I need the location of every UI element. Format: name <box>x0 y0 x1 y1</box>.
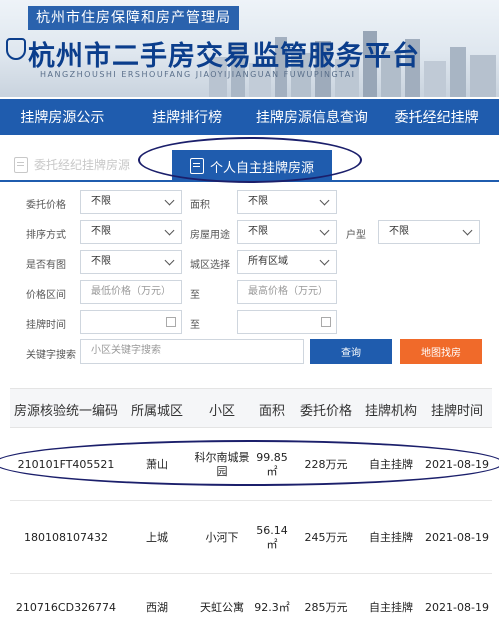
header-banner: 杭州市住房保障和房产管理局 杭州市二手房交易监管服务平台 HANGZHOUSHI… <box>0 0 499 97</box>
tab-broker-label: 委托经纪挂牌房源 <box>34 158 131 172</box>
nav-item-listing-publicity[interactable]: 挂牌房源公示 <box>0 99 125 135</box>
layout-select[interactable]: 不限 <box>378 220 480 244</box>
query-button[interactable]: 查询 <box>310 339 392 364</box>
district-label: 城区选择 <box>190 260 230 271</box>
to-label: 至 <box>190 320 200 331</box>
chevron-down-icon <box>462 225 473 236</box>
main-nav: 挂牌房源公示 挂牌排行榜 挂牌房源信息查询 委托经纪挂牌 <box>0 99 499 135</box>
hand-drawn-circle-annotation <box>138 137 362 183</box>
nav-item-broker-listing[interactable]: 委托经纪挂牌 <box>374 99 499 135</box>
price-min-input[interactable]: 最低价格（万元） <box>80 280 182 304</box>
cell-community: 天虹公寓 <box>200 601 244 614</box>
document-icon <box>14 156 28 173</box>
agency-name: 杭州市住房保障和房产管理局 <box>28 6 239 30</box>
chevron-down-icon <box>319 255 330 266</box>
column-header-date: 挂牌时间 <box>430 403 483 419</box>
chevron-down-icon <box>164 225 175 236</box>
price-range-label: 价格区间 <box>26 290 66 301</box>
commission-price-select[interactable]: 不限 <box>80 190 182 214</box>
has-image-select[interactable]: 不限 <box>80 250 182 274</box>
usage-label: 房屋用途 <box>190 230 230 241</box>
cell-community: 小河下 <box>205 531 239 544</box>
calendar-icon[interactable] <box>166 317 176 327</box>
platform-pinyin: HANGZHOUSHI ERSHOUFANG JIAOYIJIANGUAN FU… <box>40 70 356 79</box>
map-search-button[interactable]: 地图找房 <box>400 339 482 364</box>
tab-broker-listings[interactable]: 委托经纪挂牌房源 <box>14 156 130 173</box>
cell-price: 285万元 <box>304 601 348 614</box>
calendar-icon[interactable] <box>321 317 331 327</box>
chevron-down-icon <box>164 195 175 206</box>
chevron-down-icon <box>319 195 330 206</box>
chevron-down-icon <box>164 255 175 266</box>
to-label: 至 <box>190 290 200 301</box>
cell-agency: 自主挂牌 <box>369 531 413 544</box>
table-header: 房源核验统一编码 所属城区 小区 面积 委托价格 挂牌机构 挂牌时间 <box>10 388 492 428</box>
chevron-down-icon <box>319 225 330 236</box>
cell-district: 上城 <box>146 531 168 544</box>
table-row[interactable]: 210716CD326774 西湖 天虹公寓 92.3㎡ 285万元 自主挂牌 … <box>10 575 492 627</box>
nav-item-listing-ranking[interactable]: 挂牌排行榜 <box>125 99 250 135</box>
column-header-agency: 挂牌机构 <box>364 403 417 419</box>
column-header-code: 房源核验统一编码 <box>13 403 118 419</box>
cell-area: 92.3㎡ <box>254 601 290 614</box>
has-image-label: 是否有图 <box>26 260 66 271</box>
cell-district: 西湖 <box>146 601 168 614</box>
sort-label: 排序方式 <box>26 230 66 241</box>
usage-select[interactable]: 不限 <box>237 220 337 244</box>
column-header-district: 所属城区 <box>130 403 183 419</box>
price-max-input[interactable]: 最高价格（万元） <box>237 280 337 304</box>
area-select[interactable]: 不限 <box>237 190 337 214</box>
listing-time-start-input[interactable] <box>80 310 182 334</box>
cell-code: 180108107432 <box>24 531 108 544</box>
column-header-community: 小区 <box>208 403 235 419</box>
cell-agency: 自主挂牌 <box>369 601 413 614</box>
cell-price: 245万元 <box>304 531 348 544</box>
listing-time-end-input[interactable] <box>237 310 337 334</box>
layout-label: 户型 <box>346 230 366 241</box>
sort-select[interactable]: 不限 <box>80 220 182 244</box>
cell-date: 2021-08-19 <box>425 601 489 614</box>
platform-emblem-icon <box>6 38 26 60</box>
listing-time-label: 挂牌时间 <box>26 320 66 331</box>
cell-area: 56.14㎡ <box>256 524 288 551</box>
cell-date: 2021-08-19 <box>425 531 489 544</box>
column-header-price: 委托价格 <box>299 403 352 419</box>
platform-title: 杭州市二手房交易监管服务平台 <box>28 41 420 72</box>
keyword-search-input[interactable]: 小区关键字搜索 <box>80 339 304 364</box>
keyword-label: 关键字搜索 <box>26 350 76 361</box>
table-row[interactable]: 180108107432 上城 小河下 56.14㎡ 245万元 自主挂牌 20… <box>10 502 492 574</box>
district-select[interactable]: 所有区域 <box>237 250 337 274</box>
nav-item-listing-query[interactable]: 挂牌房源信息查询 <box>250 99 375 135</box>
cell-code: 210716CD326774 <box>15 601 117 614</box>
hand-drawn-row-annotation <box>0 440 499 486</box>
commission-price-label: 委托价格 <box>26 200 66 211</box>
area-label: 面积 <box>190 200 210 211</box>
column-header-area: 面积 <box>258 403 285 419</box>
